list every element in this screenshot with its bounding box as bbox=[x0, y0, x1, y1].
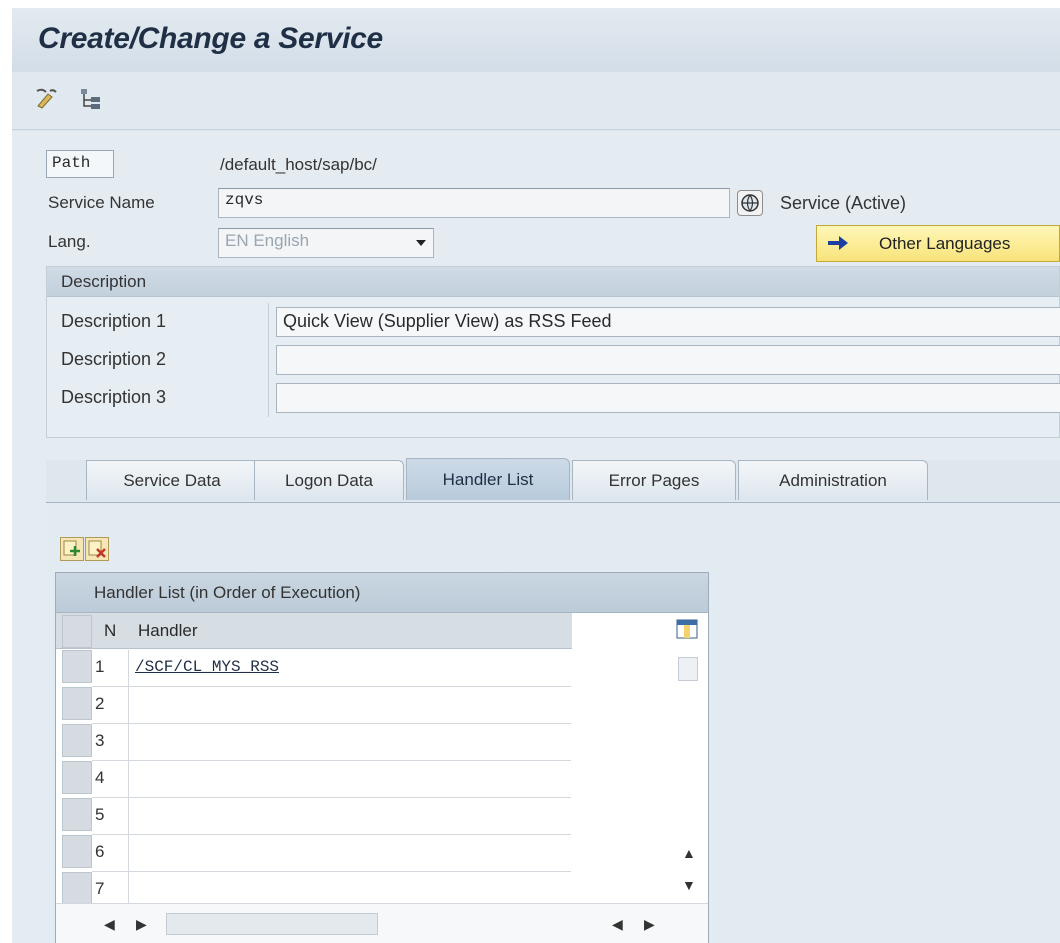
lang-label: Lang. bbox=[48, 232, 91, 251]
table-title-bar: Handler List (in Order of Execution) bbox=[56, 573, 708, 613]
row-number: 7 bbox=[95, 879, 105, 898]
service-status: Service (Active) bbox=[780, 193, 907, 213]
row-selector[interactable] bbox=[62, 798, 92, 831]
path-value: /default_host/sap/bc/ bbox=[220, 155, 377, 174]
tab-label: Administration bbox=[779, 470, 887, 490]
hierarchy-icon[interactable] bbox=[78, 86, 104, 112]
edit-pencil-icon[interactable] bbox=[34, 86, 60, 112]
description-3-field[interactable] bbox=[276, 383, 1060, 413]
delete-row-icon[interactable] bbox=[85, 537, 109, 561]
row-number: 2 bbox=[95, 694, 105, 713]
table-row[interactable]: 6 bbox=[92, 835, 571, 872]
table-title: Handler List (in Order of Execution) bbox=[94, 583, 361, 602]
page-title: Create/Change a Service bbox=[38, 22, 383, 55]
tab-strip: Service Data Logon Data Handler List Err… bbox=[46, 458, 1060, 502]
scroll-right-icon[interactable]: ▶ bbox=[136, 916, 147, 933]
column-header-handler[interactable]: Handler bbox=[138, 621, 198, 641]
handler-cell[interactable]: /SCF/CL_MYS_RSS bbox=[128, 650, 571, 686]
row-number: 6 bbox=[95, 842, 105, 861]
scroll-right-icon[interactable]: ▶ bbox=[644, 916, 655, 933]
column-header-n[interactable]: N bbox=[104, 621, 116, 641]
row-selector[interactable] bbox=[62, 687, 92, 720]
table-row[interactable]: 3 bbox=[92, 724, 571, 761]
handler-table: Handler List (in Order of Execution) N H… bbox=[55, 572, 709, 943]
scroll-left-icon[interactable]: ◀ bbox=[104, 916, 115, 933]
service-name-label: Service Name bbox=[48, 193, 155, 212]
row-number: 3 bbox=[95, 731, 105, 750]
other-languages-button[interactable]: Other Languages bbox=[816, 225, 1060, 262]
tab-label: Service Data bbox=[123, 470, 221, 490]
description-3-label: Description 3 bbox=[61, 387, 167, 407]
table-row[interactable]: 5 bbox=[92, 798, 571, 835]
handler-cell[interactable] bbox=[128, 835, 571, 871]
row-number: 4 bbox=[95, 768, 105, 787]
handler-value[interactable]: /SCF/CL_MYS_RSS bbox=[135, 658, 279, 676]
tab-label: Logon Data bbox=[285, 470, 373, 490]
insert-row-icon[interactable] bbox=[60, 537, 84, 561]
tab-service-data[interactable]: Service Data bbox=[86, 460, 258, 500]
toolbar bbox=[12, 72, 1060, 130]
arrow-right-icon bbox=[827, 234, 849, 257]
scroll-down-icon[interactable]: ▼ bbox=[682, 877, 696, 893]
row-number: 1 bbox=[95, 657, 105, 676]
scroll-thumb[interactable] bbox=[678, 657, 698, 681]
tab-label: Handler List bbox=[442, 469, 534, 489]
scroll-thumb[interactable] bbox=[166, 913, 378, 935]
row-selector[interactable] bbox=[62, 724, 92, 757]
table-row[interactable]: 1 /SCF/CL_MYS_RSS bbox=[92, 650, 571, 687]
lang-select[interactable]: EN English bbox=[218, 228, 434, 258]
description-row: Description 3 bbox=[47, 379, 1060, 417]
service-name-field[interactable]: zqvs bbox=[218, 188, 730, 218]
row-selector[interactable] bbox=[62, 835, 92, 868]
handler-cell[interactable] bbox=[128, 687, 571, 723]
vertical-scrollbar[interactable]: ▲ ▼ bbox=[672, 613, 702, 903]
scroll-left-icon[interactable]: ◀ bbox=[612, 916, 623, 933]
table-header: N Handler bbox=[56, 613, 572, 649]
table-row[interactable]: 4 bbox=[92, 761, 571, 798]
globe-icon[interactable] bbox=[737, 190, 763, 216]
description-2-field[interactable] bbox=[276, 345, 1060, 375]
row-number: 5 bbox=[95, 805, 105, 824]
tab-error-pages[interactable]: Error Pages bbox=[572, 460, 736, 500]
path-label: Path bbox=[46, 150, 114, 178]
description-row: Description 2 bbox=[47, 341, 1060, 379]
table-row[interactable]: 2 bbox=[92, 687, 571, 724]
row-selector[interactable] bbox=[62, 872, 92, 905]
other-languages-label: Other Languages bbox=[879, 234, 1011, 253]
horizontal-scrollbar[interactable]: ◀ ▶ ◀ ▶ bbox=[56, 903, 708, 943]
row-selector[interactable] bbox=[62, 761, 92, 794]
scroll-up-icon[interactable]: ▲ bbox=[682, 845, 696, 861]
lang-select-value: EN English bbox=[225, 231, 310, 250]
tab-administration[interactable]: Administration bbox=[738, 460, 928, 500]
description-row: Description 1 Quick View (Supplier View)… bbox=[47, 303, 1060, 341]
handler-cell[interactable] bbox=[128, 724, 571, 760]
description-1-label: Description 1 bbox=[61, 311, 167, 331]
select-all-cell[interactable] bbox=[62, 615, 92, 648]
description-header: Description bbox=[47, 267, 1059, 297]
title-bar: Create/Change a Service bbox=[12, 8, 1060, 72]
row-selector[interactable] bbox=[62, 650, 92, 683]
handler-cell[interactable] bbox=[128, 761, 571, 797]
description-1-field[interactable]: Quick View (Supplier View) as RSS Feed bbox=[276, 307, 1060, 337]
description-2-label: Description 2 bbox=[61, 349, 167, 369]
chevron-down-icon[interactable] bbox=[416, 240, 426, 246]
tab-handler-list[interactable]: Handler List bbox=[406, 458, 570, 500]
handler-cell[interactable] bbox=[128, 798, 571, 834]
column-settings-icon[interactable] bbox=[676, 619, 698, 644]
tab-label: Error Pages bbox=[608, 470, 700, 490]
description-header-label: Description bbox=[61, 272, 147, 291]
description-group: Description Description 1 Quick View (Su… bbox=[46, 266, 1060, 438]
tab-logon-data[interactable]: Logon Data bbox=[254, 460, 404, 500]
